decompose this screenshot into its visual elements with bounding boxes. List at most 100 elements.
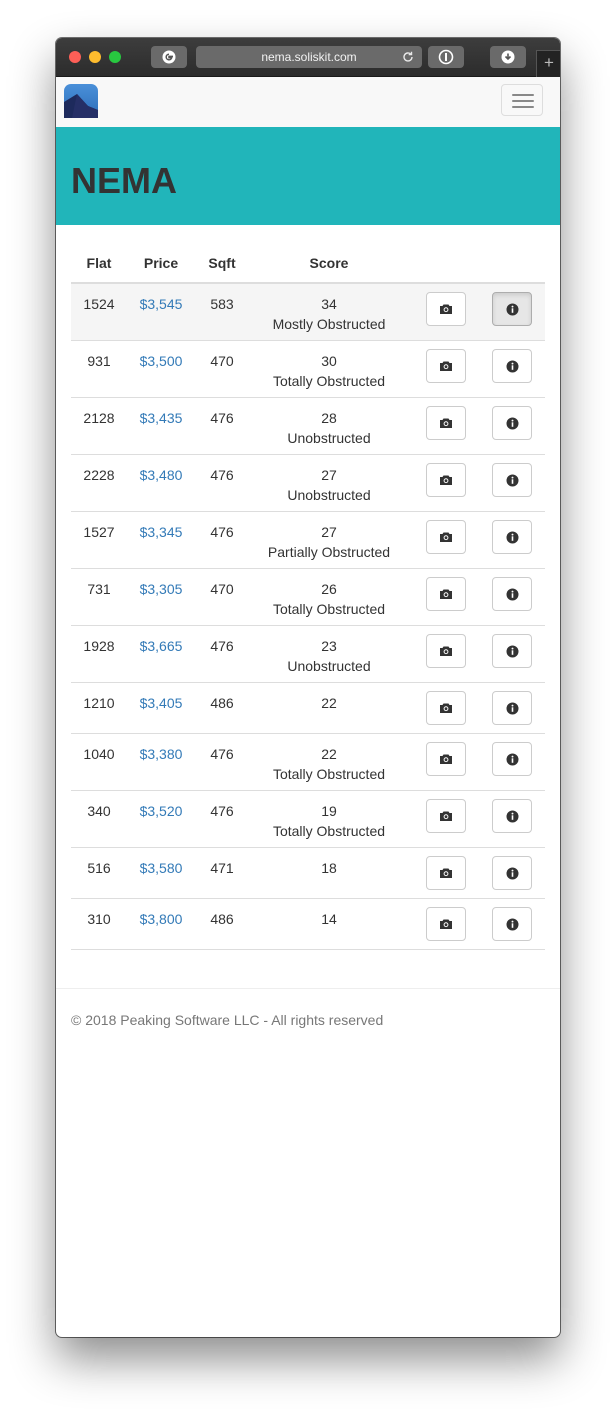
price-link[interactable]: $3,500	[127, 351, 195, 371]
minimize-window-button[interactable]	[89, 51, 101, 63]
column-header-score: Score	[309, 255, 349, 271]
price-link[interactable]: $3,380	[127, 744, 195, 764]
obstruction-status: Mostly Obstructed	[272, 316, 386, 332]
price-link[interactable]: $3,800	[127, 909, 195, 929]
table-row: 731 $3,305 470 26 Totally Obstructed	[71, 569, 545, 626]
price-link[interactable]: $3,480	[127, 465, 195, 485]
sqft-value: 470	[210, 581, 234, 597]
close-window-button[interactable]	[69, 51, 81, 63]
camera-icon	[439, 531, 453, 543]
price-link[interactable]: $3,545	[127, 294, 195, 314]
obstruction-status: Partially Obstructed	[267, 544, 391, 560]
sqft-value: 476	[210, 746, 234, 762]
info-icon	[506, 531, 519, 544]
price-link[interactable]: $3,305	[127, 579, 195, 599]
score-value: 27	[321, 467, 337, 483]
info-icon	[506, 588, 519, 601]
page-title: NEMA	[71, 160, 177, 201]
url-text: nema.soliskit.com	[261, 50, 357, 64]
score-value: 23	[321, 638, 337, 654]
address-bar[interactable]: nema.soliskit.com	[196, 46, 422, 68]
camera-icon	[439, 918, 453, 930]
score-value: 28	[321, 410, 337, 426]
info-icon	[506, 417, 519, 430]
camera-icon	[439, 588, 453, 600]
details-button[interactable]	[492, 691, 532, 725]
details-button[interactable]	[492, 907, 532, 941]
obstruction-status: Totally Obstructed	[272, 823, 386, 839]
table-row: 1210 $3,405 486 22	[71, 683, 545, 734]
camera-icon	[439, 645, 453, 657]
google-search-button[interactable]	[151, 46, 187, 68]
details-button[interactable]	[492, 463, 532, 497]
price-link[interactable]: $3,405	[127, 693, 195, 713]
table-row: 1040 $3,380 476 22 Totally Obstructed	[71, 734, 545, 791]
app-logo[interactable]	[64, 84, 98, 118]
flat-number: 516	[87, 860, 111, 876]
details-button[interactable]	[492, 406, 532, 440]
sqft-value: 470	[210, 353, 234, 369]
details-button[interactable]	[492, 292, 532, 326]
new-tab-button[interactable]: +	[536, 50, 560, 77]
price-link[interactable]: $3,520	[127, 801, 195, 821]
flat-number: 340	[87, 803, 111, 819]
details-button[interactable]	[492, 742, 532, 776]
column-header-flat: Flat	[86, 255, 112, 271]
info-icon	[506, 810, 519, 823]
photos-button[interactable]	[426, 634, 466, 668]
reload-icon[interactable]	[401, 50, 415, 64]
score-cell: 23 Unobstructed	[249, 636, 409, 676]
details-button[interactable]	[492, 856, 532, 890]
menu-toggle-button[interactable]	[501, 84, 543, 116]
table-row: 1928 $3,665 476 23 Unobstructed	[71, 626, 545, 683]
sqft-value: 476	[210, 524, 234, 540]
obstruction-status: Totally Obstructed	[272, 766, 386, 782]
price-link[interactable]: $3,665	[127, 636, 195, 656]
details-button[interactable]	[492, 520, 532, 554]
photos-button[interactable]	[426, 856, 466, 890]
reader-button[interactable]	[428, 46, 464, 68]
price-link[interactable]: $3,345	[127, 522, 195, 542]
info-icon	[506, 753, 519, 766]
price-link[interactable]: $3,435	[127, 408, 195, 428]
details-button[interactable]	[492, 577, 532, 611]
zoom-window-button[interactable]	[109, 51, 121, 63]
info-icon	[506, 867, 519, 880]
photos-button[interactable]	[426, 742, 466, 776]
photos-button[interactable]	[426, 799, 466, 833]
photos-button[interactable]	[426, 691, 466, 725]
downloads-button[interactable]	[490, 46, 526, 68]
details-button[interactable]	[492, 634, 532, 668]
photos-button[interactable]	[426, 463, 466, 497]
score-value: 22	[321, 695, 337, 711]
column-header-sqft: Sqft	[208, 255, 236, 271]
sqft-value: 583	[210, 296, 234, 312]
info-icon	[506, 474, 519, 487]
navbar	[56, 77, 560, 128]
photos-button[interactable]	[426, 349, 466, 383]
score-value: 22	[321, 746, 337, 762]
camera-icon	[439, 417, 453, 429]
flat-number: 2128	[83, 410, 115, 426]
details-button[interactable]	[492, 349, 532, 383]
score-value: 30	[321, 353, 337, 369]
footer-copyright: © 2018 Peaking Software LLC - All rights…	[71, 1012, 384, 1028]
browser-toolbar: nema.soliskit.com +	[56, 38, 560, 77]
table-body: 1524 $3,545 583 34 Mostly Obstructed 931 $3,50…	[71, 284, 545, 950]
score-value: 34	[321, 296, 337, 312]
photos-button[interactable]	[426, 907, 466, 941]
google-icon	[162, 50, 176, 64]
price-link[interactable]: $3,580	[127, 858, 195, 878]
table-row: 2128 $3,435 476 28 Unobstructed	[71, 398, 545, 455]
flat-number: 1527	[83, 524, 115, 540]
table-row: 1527 $3,345 476 27 Partially Obstructed	[71, 512, 545, 569]
table-row: 516 $3,580 471 18	[71, 848, 545, 899]
obstruction-status: Totally Obstructed	[272, 373, 386, 389]
photos-button[interactable]	[426, 520, 466, 554]
flat-number: 931	[87, 353, 111, 369]
photos-button[interactable]	[426, 292, 466, 326]
photos-button[interactable]	[426, 406, 466, 440]
photos-button[interactable]	[426, 577, 466, 611]
score-value: 26	[321, 581, 337, 597]
details-button[interactable]	[492, 799, 532, 833]
